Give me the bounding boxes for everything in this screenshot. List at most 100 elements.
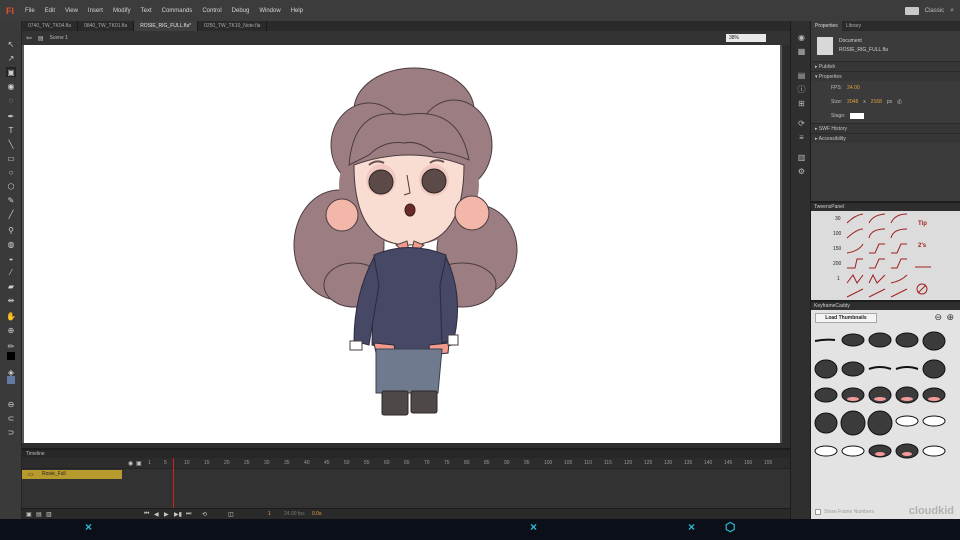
show-frame-numbers-checkbox[interactable] xyxy=(815,509,821,515)
search-icon[interactable]: ⌕ xyxy=(950,7,954,15)
align-icon[interactable]: ▤ xyxy=(797,71,806,80)
menu-help[interactable]: Help xyxy=(286,8,308,14)
section-swf-history[interactable]: ▸ SWF History xyxy=(811,123,960,133)
stroke-color-icon[interactable]: ✏ xyxy=(6,341,16,351)
brush-tool-icon[interactable]: ╱ xyxy=(6,209,16,219)
pen-tool-icon[interactable]: ✒ xyxy=(6,111,16,121)
layer-icon: ▭ xyxy=(28,472,34,478)
back-arrow-icon[interactable]: ⇦ xyxy=(26,34,32,42)
history-icon[interactable]: ≡ xyxy=(797,133,806,142)
paint-bucket-icon[interactable]: ◍ xyxy=(6,239,16,249)
document-label: Document xyxy=(839,38,862,44)
menu-text[interactable]: Text xyxy=(136,8,157,14)
frame-rate[interactable]: 24.00 fps xyxy=(284,511,305,517)
snap-magnet-icon[interactable]: ⊖ xyxy=(6,399,16,409)
menu-modify[interactable]: Modify xyxy=(108,8,136,14)
rectangle-tool-icon[interactable]: ▭ xyxy=(6,153,16,163)
library-icon[interactable]: ▥ xyxy=(797,153,806,162)
pencil-tool-icon[interactable]: ✎ xyxy=(6,195,16,205)
polystar-tool-icon[interactable]: ⬡ xyxy=(6,181,16,191)
selection-tool-icon[interactable]: ↖ xyxy=(6,39,16,49)
stage-horizontal-scrollbar[interactable] xyxy=(22,443,782,448)
scene-label[interactable]: Scene 1 xyxy=(50,35,68,41)
tween-curves[interactable]: 30 100 150 200 1 Tip 2's xyxy=(811,211,960,300)
menu-debug[interactable]: Debug xyxy=(227,8,255,14)
ink-bottle-icon[interactable]: ◒ xyxy=(6,253,16,263)
layer-row[interactable]: ▭ Rosie_Full xyxy=(22,470,122,479)
zoom-in-icon[interactable]: ⊕ xyxy=(946,312,954,323)
transform-icon[interactable]: ⊞ xyxy=(797,99,806,108)
menu-commands[interactable]: Commands xyxy=(157,8,198,14)
tab-doc-1[interactable]: 0740_TW_TK04.fla xyxy=(22,21,79,31)
tab-library[interactable]: Library xyxy=(842,21,865,31)
hand-tool-icon[interactable]: ✋ xyxy=(6,311,16,321)
text-tool-icon[interactable]: T xyxy=(6,125,16,135)
load-thumbnails-button[interactable]: Load Thumbnails xyxy=(815,313,877,323)
zoom-out-icon[interactable]: ⊖ xyxy=(934,312,942,323)
play-icon[interactable]: ▶ xyxy=(164,511,169,518)
next-frame-icon[interactable]: ▶▮ xyxy=(174,511,182,518)
menu-window[interactable]: Window xyxy=(254,8,285,14)
line-tool-icon[interactable]: ╲ xyxy=(6,139,16,149)
height-value[interactable]: 2168 xyxy=(871,99,882,105)
stage-canvas[interactable] xyxy=(24,45,780,443)
current-frame[interactable]: 1 xyxy=(268,511,271,517)
tab-doc-4[interactable]: 0250_TW_TK10_Note.fla xyxy=(198,21,268,31)
character-rosie[interactable] xyxy=(24,45,780,443)
3d-rotation-tool-icon[interactable]: ◉ xyxy=(6,81,16,91)
playhead[interactable] xyxy=(173,458,174,508)
menu-control[interactable]: Control xyxy=(197,8,226,14)
stroke-color-swatch[interactable] xyxy=(7,352,15,360)
menu-insert[interactable]: Insert xyxy=(83,8,108,14)
delete-layer-icon[interactable]: ▥ xyxy=(46,511,52,518)
swatches-icon[interactable]: ▦ xyxy=(797,47,806,56)
fps-value[interactable]: 24.00 xyxy=(847,85,860,91)
first-frame-icon[interactable]: ⏮ xyxy=(144,511,149,518)
width-tool-icon[interactable]: ⇹ xyxy=(6,295,16,305)
new-layer-icon[interactable]: ▣ xyxy=(26,511,32,518)
lasso-tool-icon[interactable]: ◌ xyxy=(6,95,16,105)
workspace-switcher[interactable]: Classic xyxy=(925,8,944,14)
straighten-icon[interactable]: ⊃ xyxy=(6,427,16,437)
layer-name[interactable]: Rosie_Full xyxy=(42,471,66,477)
menu-view[interactable]: View xyxy=(60,8,83,14)
lock-icon[interactable]: ▣ xyxy=(136,460,142,467)
smooth-icon[interactable]: ⊂ xyxy=(6,413,16,423)
tab-doc-2[interactable]: 0840_TW_TK01.fla xyxy=(78,21,135,31)
timeline-ruler[interactable]: ◉ ▣ 1 5 10 15 20 25 30 35 40 45 50 55 60… xyxy=(22,458,790,469)
oval-tool-icon[interactable]: ○ xyxy=(6,167,16,177)
wrench-icon[interactable]: ✆ xyxy=(897,99,902,106)
menu-edit[interactable]: Edit xyxy=(40,8,60,14)
fill-color-swatch[interactable] xyxy=(7,376,15,384)
section-accessibility[interactable]: ▸ Accessibility xyxy=(811,133,960,143)
stage-color-swatch[interactable] xyxy=(850,113,865,119)
free-transform-tool-icon[interactable]: ▣ xyxy=(6,67,16,77)
subselection-tool-icon[interactable]: ↗ xyxy=(6,53,16,63)
section-publish[interactable]: ▸ Publish xyxy=(811,61,960,71)
last-frame-icon[interactable]: ⏭ xyxy=(186,511,191,518)
stage-vertical-scrollbar[interactable] xyxy=(782,45,790,448)
onion-skin-icon[interactable]: ◫ xyxy=(228,511,234,518)
tab-doc-3[interactable]: ROSIE_RIG_FULL.fla* xyxy=(134,21,199,31)
loop-icon[interactable]: ⟲ xyxy=(202,511,207,518)
eyedropper-tool-icon[interactable]: ⁄ xyxy=(6,267,16,277)
bone-tool-icon[interactable]: ⚲ xyxy=(6,225,16,235)
eraser-tool-icon[interactable]: ▰ xyxy=(6,281,16,291)
components-icon[interactable]: ⚙ xyxy=(797,167,806,176)
width-value[interactable]: 2048 xyxy=(847,99,858,105)
prev-frame-icon[interactable]: ◀ xyxy=(154,511,159,518)
eye-icon[interactable]: ◉ xyxy=(128,460,133,467)
mouth-thumbnails[interactable] xyxy=(811,329,960,489)
menu-file[interactable]: File xyxy=(20,8,40,14)
zoom-select[interactable]: 38% xyxy=(726,34,766,42)
sync-icon[interactable] xyxy=(904,6,919,15)
new-folder-icon[interactable]: ▤ xyxy=(36,511,42,518)
show-frame-numbers-row[interactable]: Show Frame Numbers xyxy=(815,509,874,515)
elapsed-time[interactable]: 0.0s xyxy=(312,511,321,517)
color-wheel-icon[interactable]: ◉ xyxy=(797,33,806,42)
info-icon[interactable]: ⓘ xyxy=(797,85,806,94)
motion-presets-icon[interactable]: ⟳ xyxy=(797,119,806,128)
tab-properties[interactable]: Properties xyxy=(811,21,842,31)
section-properties[interactable]: ▾ Properties xyxy=(811,71,960,81)
zoom-tool-icon[interactable]: ⊕ xyxy=(6,325,16,335)
